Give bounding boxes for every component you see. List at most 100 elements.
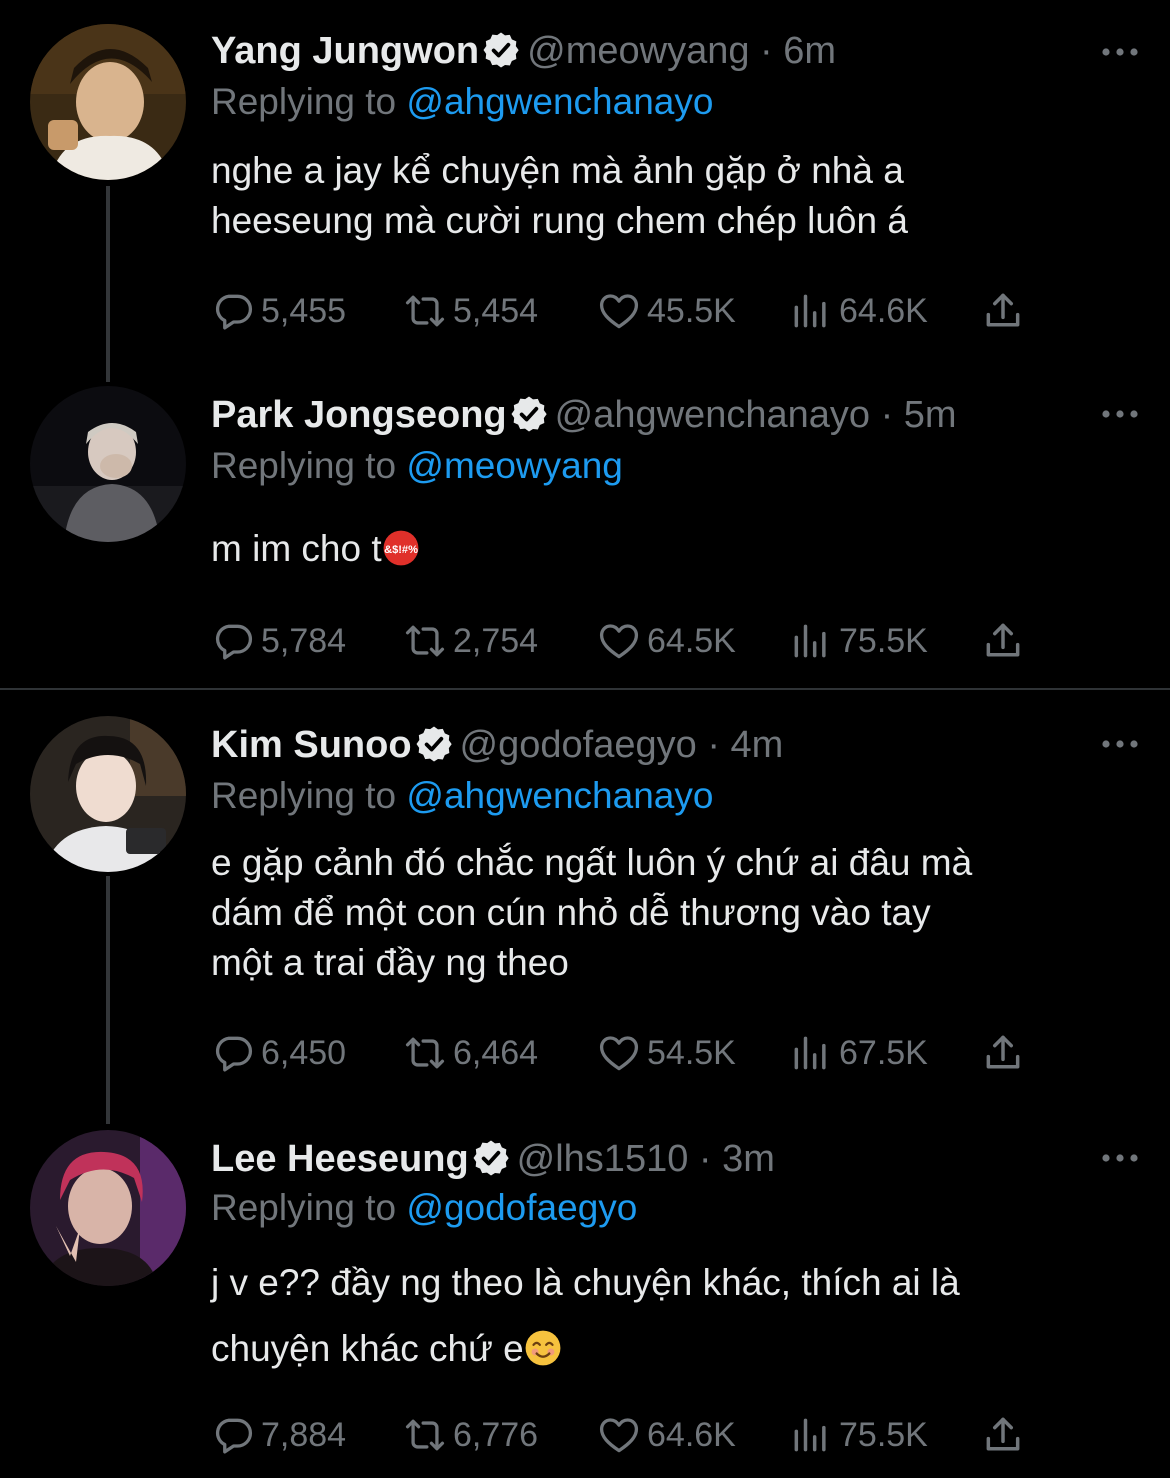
reply-button[interactable]: 7,884: [211, 1410, 346, 1460]
like-button[interactable]: 64.6K: [597, 1410, 736, 1460]
like-button[interactable]: 64.5K: [597, 616, 736, 666]
svg-text:&$!#%: &$!#%: [384, 544, 418, 556]
action-bar: 6,450 6,464 54.5K 67.5K: [211, 1028, 1041, 1078]
like-count: 54.5K: [647, 1033, 736, 1072]
reply-button[interactable]: 5,784: [211, 616, 346, 666]
like-icon: [597, 1413, 641, 1457]
timestamp[interactable]: · 6m: [760, 30, 836, 72]
text-line: một a trai đầy ng theo: [211, 942, 569, 983]
tweet-header: Yang Jungwon @meowyang · 6m: [211, 26, 836, 76]
tweet-text: nghe a jay kể chuyện mà ảnh gặp ở nhà a …: [211, 146, 1141, 246]
verified-badge-icon: [414, 724, 454, 764]
share-button[interactable]: [981, 616, 1031, 666]
retweet-count: 2,754: [453, 621, 539, 660]
handle[interactable]: @meowyang: [527, 30, 749, 72]
retweet-count: 5,454: [453, 291, 539, 330]
reply-count: 5,455: [261, 291, 347, 330]
more-dots-icon[interactable]: [1098, 1148, 1142, 1168]
avatar[interactable]: [30, 386, 186, 542]
reply-count: 6,450: [261, 1033, 347, 1072]
timestamp[interactable]: · 5m: [881, 394, 957, 436]
retweet-button[interactable]: 2,754: [403, 616, 538, 666]
more-dots-icon[interactable]: [1098, 42, 1142, 62]
tweet[interactable]: Lee Heeseung @lhs1510 · 3m Replying to @g…: [0, 1122, 1170, 1478]
replying-to: Replying to @godofaegyo: [211, 1184, 637, 1232]
display-name[interactable]: Yang Jungwon: [211, 30, 479, 72]
share-icon: [981, 619, 1025, 663]
timestamp[interactable]: · 3m: [699, 1138, 775, 1180]
text-line: dám để một con cún nhỏ dễ thương vào tay: [211, 892, 931, 933]
timestamp[interactable]: · 4m: [707, 724, 783, 766]
handle[interactable]: @lhs1510: [517, 1138, 689, 1180]
handle[interactable]: @ahgwenchanayo: [555, 394, 870, 436]
tweet[interactable]: Park Jongseong @ahgwenchanayo · 5m Replyi…: [0, 380, 1170, 688]
share-button[interactable]: [981, 1028, 1031, 1078]
like-button[interactable]: 54.5K: [597, 1028, 736, 1078]
views-button[interactable]: 75.5K: [789, 1410, 928, 1460]
display-name[interactable]: Kim Sunoo: [211, 724, 412, 766]
views-count: 64.6K: [839, 291, 928, 330]
avatar[interactable]: [30, 24, 186, 180]
smiling-face-emoji: [525, 1330, 561, 1366]
share-icon: [981, 1413, 1025, 1457]
retweet-button[interactable]: 6,776: [403, 1410, 538, 1460]
reply-button[interactable]: 6,450: [211, 1028, 346, 1078]
like-count: 64.5K: [647, 621, 736, 660]
views-count: 75.5K: [839, 621, 928, 660]
tweet-text: e gặp cảnh đó chắc ngất luôn ý chứ ai đâ…: [211, 838, 1141, 988]
replying-to-link[interactable]: @meowyang: [406, 445, 623, 486]
text-line: heeseung mà cười rung chem chép luôn á: [211, 200, 908, 241]
views-count: 75.5K: [839, 1415, 928, 1454]
share-button[interactable]: [981, 1410, 1031, 1460]
reply-count: 5,784: [261, 621, 347, 660]
views-button[interactable]: 75.5K: [789, 616, 928, 666]
replying-to-link[interactable]: @ahgwenchanayo: [406, 775, 713, 816]
like-count: 64.6K: [647, 1415, 736, 1454]
reply-count: 7,884: [261, 1415, 347, 1454]
views-icon: [789, 289, 833, 333]
display-name[interactable]: Park Jongseong: [211, 394, 507, 436]
tweet-header: Lee Heeseung @lhs1510 · 3m: [211, 1134, 775, 1184]
avatar[interactable]: [30, 1130, 186, 1286]
reply-icon: [211, 1031, 255, 1075]
views-button[interactable]: 67.5K: [789, 1028, 928, 1078]
more-dots-icon[interactable]: [1098, 404, 1142, 424]
reply-button[interactable]: 5,455: [211, 286, 346, 336]
avatar[interactable]: [30, 716, 186, 872]
retweet-icon: [403, 1031, 447, 1075]
display-name[interactable]: Lee Heeseung: [211, 1138, 469, 1180]
reply-icon: [211, 1413, 255, 1457]
replying-prefix: Replying to: [211, 445, 397, 486]
text-line: e gặp cảnh đó chắc ngất luôn ý chứ ai đâ…: [211, 842, 973, 883]
text-line: nghe a jay kể chuyện mà ảnh gặp ở nhà a: [211, 150, 904, 191]
verified-badge-icon: [471, 1138, 511, 1178]
retweet-button[interactable]: 5,454: [403, 286, 538, 336]
text-line: chuyện khác chứ e: [211, 1328, 524, 1369]
tweet[interactable]: Kim Sunoo @godofaegyo · 4m Replying to @a…: [0, 690, 1170, 1122]
replying-to-link[interactable]: @godofaegyo: [406, 1187, 637, 1228]
replying-to-link[interactable]: @ahgwenchanayo: [406, 81, 713, 122]
tweet-header: Kim Sunoo @godofaegyo · 4m: [211, 720, 783, 770]
like-button[interactable]: 45.5K: [597, 286, 736, 336]
replying-prefix: Replying to: [211, 1187, 397, 1228]
text-line: j v e?? đầy ng theo là chuyện khác, thíc…: [211, 1262, 960, 1303]
text-line: m im cho t: [211, 528, 382, 569]
views-button[interactable]: 64.6K: [789, 286, 928, 336]
share-button[interactable]: [981, 286, 1031, 336]
retweet-count: 6,464: [453, 1033, 539, 1072]
tweet[interactable]: Yang Jungwon @meowyang · 6m Replying to @…: [0, 0, 1170, 380]
like-icon: [597, 619, 641, 663]
replying-to: Replying to @meowyang: [211, 442, 623, 490]
retweet-button[interactable]: 6,464: [403, 1028, 538, 1078]
retweet-icon: [403, 289, 447, 333]
retweet-icon: [403, 1413, 447, 1457]
retweet-count: 6,776: [453, 1415, 539, 1454]
action-bar: 5,455 5,454 45.5K 64.6K: [211, 286, 1041, 336]
more-dots-icon[interactable]: [1098, 734, 1142, 754]
handle[interactable]: @godofaegyo: [460, 724, 697, 766]
views-icon: [789, 1413, 833, 1457]
share-icon: [981, 1031, 1025, 1075]
tweet-text: m im cho t &$!#%: [211, 524, 1141, 574]
views-count: 67.5K: [839, 1033, 928, 1072]
share-icon: [981, 289, 1025, 333]
